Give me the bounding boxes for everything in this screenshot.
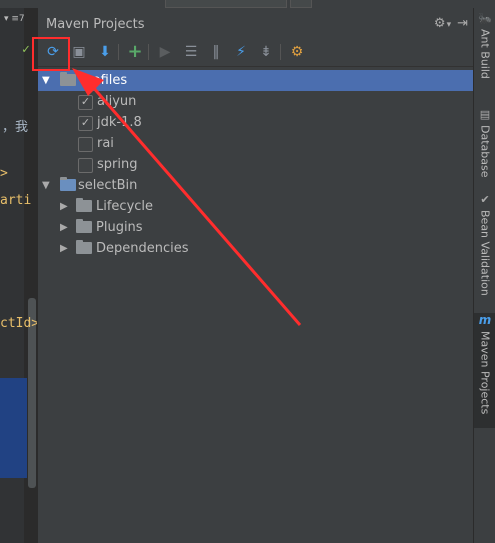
editor-tab-overflow[interactable]: ▾ ≡7 [4, 14, 25, 24]
tool-window-tab-label: Ant Build [478, 29, 492, 79]
profile-item[interactable]: rai [38, 133, 474, 154]
profile-item[interactable]: ✓ aliyun [38, 91, 474, 112]
panel-header: Maven Projects ⚙▾ ⇥ [38, 14, 474, 36]
folder-icon [76, 198, 92, 212]
unchecked-checkbox[interactable] [78, 137, 93, 152]
tree-node-label: Dependencies [96, 241, 189, 256]
maven-project-tree: ▼ Profiles ✓ aliyun ✓ jdk-1.8 rai spring ▼ select… [38, 70, 474, 270]
toolbar-separator [118, 44, 119, 60]
top-toolbar-strip [0, 0, 495, 8]
editor-code-line: ，我 [2, 120, 29, 135]
tree-node-child[interactable]: ▶ Dependencies [38, 238, 474, 259]
tool-window-tab[interactable]: 🐜 Ant Build [474, 12, 495, 92]
expand-arrow-icon[interactable]: ▼ [42, 70, 50, 91]
folder-icon [76, 219, 92, 233]
maven-toolbar: ⟳ ▣ ⬇ + ▶ ☰ ‖ ⚡ ⇟ ⚙ [38, 38, 474, 67]
collapsed-arrow-icon[interactable]: ▶ [60, 196, 68, 217]
database-icon: ▤ [479, 108, 491, 121]
editor-code-line: > [0, 166, 8, 181]
toggle-offline-icon[interactable]: ‖ [205, 41, 227, 63]
checked-checkbox[interactable]: ✓ [78, 116, 93, 131]
run-config-selector[interactable] [165, 0, 287, 8]
checked-checkbox[interactable]: ✓ [78, 95, 93, 110]
tree-node-child[interactable]: ▶ Plugins [38, 217, 474, 238]
tree-node-label: selectBin [78, 178, 138, 193]
ant-icon: 🐜 [478, 12, 492, 25]
editor-code-line: arti [0, 193, 32, 208]
tree-node-project[interactable]: ▼ selectBin [38, 175, 474, 196]
editor-code-line: ctId> [0, 316, 37, 331]
maven-icon: m [478, 313, 492, 327]
generate-sources-icon[interactable]: ▣ [68, 41, 90, 63]
code-editor-fragment: ✓ ，我 > arti ctId> [0, 8, 37, 543]
toolbar-button[interactable] [290, 0, 312, 8]
annotation-highlight-box [32, 37, 70, 71]
profile-item[interactable]: ✓ jdk-1.8 [38, 112, 474, 133]
tool-window-tab-label: Maven Projects [478, 331, 492, 415]
folder-icon [60, 72, 76, 86]
toolbar-separator [148, 44, 149, 60]
header-icons: ⚙▾ ⇥ [428, 16, 468, 31]
execute-goal-icon[interactable]: ☰ [180, 41, 202, 63]
gear-icon[interactable]: ⚙ [434, 16, 446, 31]
tool-window-tab[interactable]: m Maven Projects [474, 313, 495, 428]
collapsed-arrow-icon[interactable]: ▶ [60, 238, 68, 259]
tool-window-tab-label: Bean Validation [478, 210, 492, 296]
profile-label: spring [97, 157, 138, 172]
profile-label: rai [97, 136, 114, 151]
editor-selection [0, 378, 27, 478]
profile-label: aliyun [97, 94, 137, 109]
collapsed-arrow-icon[interactable]: ▶ [60, 217, 68, 238]
tree-node-profiles[interactable]: ▼ Profiles [38, 70, 474, 91]
add-maven-project-icon[interactable]: + [124, 41, 146, 63]
maven-settings-icon[interactable]: ⚙ [286, 41, 308, 63]
tree-node-label: Profiles [80, 73, 128, 88]
tree-node-label: Lifecycle [96, 199, 154, 214]
right-tool-window-bar: 🐜 Ant Build ▤ Database ✔ Bean Validation m Mave… [473, 8, 495, 543]
editor-code-line: ✓ [22, 42, 30, 57]
tree-node-label: Plugins [96, 220, 143, 235]
toolbar-separator [280, 44, 281, 60]
unchecked-checkbox[interactable] [78, 158, 93, 173]
chevron-down-icon[interactable]: ▾ [447, 20, 452, 30]
run-maven-build-icon[interactable]: ▶ [154, 41, 176, 63]
tree-node-child[interactable]: ▶ Lifecycle [38, 196, 474, 217]
download-sources-icon[interactable]: ⬇ [94, 41, 116, 63]
folder-icon [76, 240, 92, 254]
tool-window-tab[interactable]: ▤ Database [474, 108, 495, 183]
skip-tests-icon[interactable]: ⚡ [230, 41, 252, 63]
profile-item[interactable]: spring [38, 154, 474, 175]
hide-panel-icon[interactable]: ⇥ [457, 16, 468, 31]
collapse-all-icon[interactable]: ⇟ [255, 41, 277, 63]
bean-validation-icon: ✔ [480, 193, 490, 206]
profile-label: jdk-1.8 [97, 115, 142, 130]
tool-window-tab[interactable]: ✔ Bean Validation [474, 193, 495, 303]
maven-projects-panel: Maven Projects ⚙▾ ⇥ ⟳ ▣ ⬇ + ▶ ☰ ‖ ⚡ ⇟ ⚙ ▼ Profiles ✓… [37, 8, 474, 543]
panel-title: Maven Projects [46, 17, 145, 32]
tool-window-tab-label: Database [478, 125, 492, 178]
expand-arrow-icon[interactable]: ▼ [42, 175, 50, 196]
maven-module-icon [60, 177, 76, 191]
